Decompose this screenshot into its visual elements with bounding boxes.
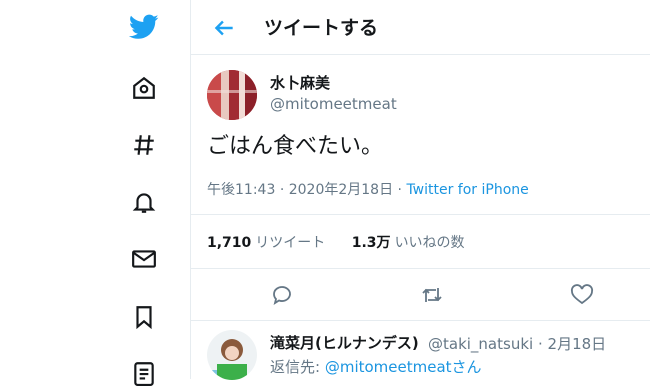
likes-stat[interactable]: 1.3万 いいねの数 (352, 235, 465, 251)
replying-to-suffix: さん (451, 358, 482, 376)
page-header: ツイートする (191, 0, 650, 55)
tweet-source-link[interactable]: Twitter for iPhone (406, 182, 528, 198)
hashtag-icon[interactable] (129, 130, 159, 160)
tweet-date[interactable]: 2020年2月18日 (289, 182, 393, 198)
tweet-text: ごはん食べたい。 (207, 134, 384, 159)
reply-author-avatar[interactable] (207, 330, 257, 380)
page-title: ツイートする (264, 17, 379, 39)
reply-meta: @taki_natsuki · 2月18日 (428, 333, 606, 354)
meta-separator: · (397, 182, 402, 198)
meta-separator: · (537, 335, 543, 353)
tweet-meta: 午後11:43 · 2020年2月18日 · Twitter for iPhon… (207, 179, 529, 199)
reply-author-name[interactable]: 滝菜月(ヒルナンデス) (270, 332, 419, 353)
home-icon[interactable] (129, 73, 159, 103)
sidebar-divider (190, 0, 191, 379)
list-icon[interactable] (129, 358, 159, 388)
divider (191, 268, 650, 269)
back-arrow-icon[interactable] (211, 15, 237, 41)
divider (191, 320, 650, 321)
author-name[interactable]: 水卜麻美 (270, 72, 330, 93)
author-handle[interactable]: @mitomeetmeat (270, 95, 397, 113)
retweets-count: 1,710 (207, 235, 252, 251)
reply-date[interactable]: 2月18日 (548, 335, 607, 353)
likes-label: いいねの数 (394, 235, 465, 251)
twitter-logo-icon[interactable] (129, 12, 159, 42)
like-heart-icon[interactable] (570, 283, 594, 307)
tweet-stats: 1,710 リツイート 1.3万 いいねの数 (207, 232, 465, 252)
likes-count: 1.3万 (351, 235, 391, 251)
mail-icon[interactable] (129, 244, 159, 274)
meta-separator: · (279, 182, 285, 198)
replying-to-prefix: 返信先: (270, 358, 321, 376)
replying-to-link[interactable]: @mitomeetmeat (325, 358, 452, 376)
retweets-label: リツイート (255, 235, 326, 251)
reply-author-handle[interactable]: @taki_natsuki (428, 335, 533, 353)
bookmark-icon[interactable] (129, 302, 159, 332)
divider (191, 214, 650, 215)
tweet-time[interactable]: 午後11:43 (207, 182, 275, 198)
author-avatar[interactable] (207, 70, 257, 120)
retweet-icon[interactable] (420, 283, 444, 307)
retweets-stat[interactable]: 1,710 リツイート (207, 235, 325, 251)
replying-to: 返信先: @mitomeetmeatさん (270, 356, 482, 377)
reply-icon[interactable] (270, 283, 294, 307)
bell-icon[interactable] (129, 187, 159, 217)
sidebar-nav (0, 0, 190, 386)
